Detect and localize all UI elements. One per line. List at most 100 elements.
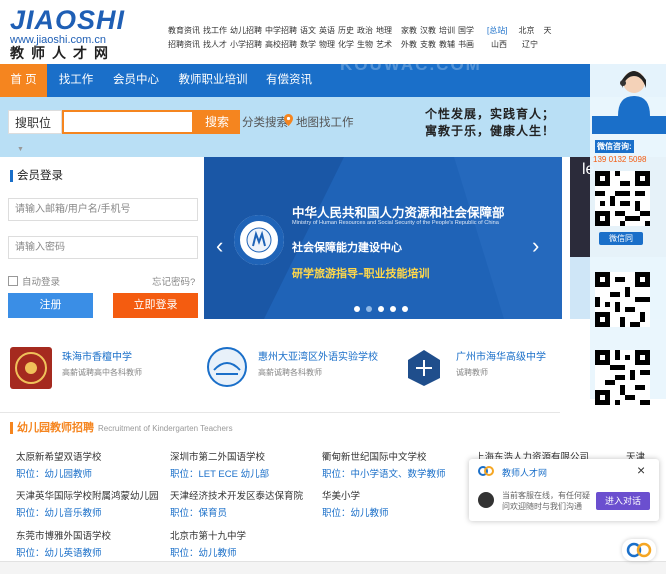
category-search-link[interactable]: 分类搜索 <box>242 114 288 130</box>
job-listing[interactable]: 东莞市博雅外国语学校 职位：幼儿英语教师 <box>16 528 111 559</box>
top-link[interactable]: 英语 <box>319 26 335 35</box>
job-title[interactable]: 职位：中小学语文、数学教师 <box>322 466 446 480</box>
job-listing[interactable]: 衢甸新世纪国际中文学校 职位：中小学语文、数学教师 <box>322 449 446 480</box>
city-link-main[interactable]: [总站] <box>487 26 507 35</box>
job-title[interactable]: 职位：幼儿教师 <box>322 505 389 519</box>
site-logo[interactable]: JIAOSHI www.jiaoshi.com.cn 教师人才网 <box>10 6 155 62</box>
employer-name[interactable]: 华美小学 <box>322 488 389 502</box>
hero-banner[interactable]: 中华人民共和国人力资源和社会保障部 Ministry of Human Reso… <box>204 157 562 319</box>
top-link[interactable]: 教育资讯 <box>168 26 200 35</box>
top-link[interactable]: 家教 <box>401 26 417 35</box>
top-link[interactable]: 培训 <box>439 26 455 35</box>
job-title[interactable]: 职位：保育员 <box>170 505 310 519</box>
city-link[interactable]: 天 <box>543 26 551 35</box>
banner-dot[interactable] <box>390 306 396 312</box>
enter-chat-button[interactable]: 进入对话 <box>596 492 650 510</box>
forgot-password-link[interactable]: 忘记密码? <box>152 274 195 288</box>
nav-home[interactable]: 首 页 <box>0 64 47 97</box>
nav-paid-info[interactable]: 有偿资讯 <box>260 64 318 97</box>
chat-message: 当前客服在线，有任何疑 问欢迎随时与我们沟通 <box>502 490 590 512</box>
top-link[interactable]: 历史 <box>338 26 354 35</box>
wechat-button[interactable]: 微信同 <box>599 232 643 245</box>
school-logo-dayawan[interactable] <box>200 346 255 388</box>
employer-name[interactable]: 北京市第十九中学 <box>170 528 246 542</box>
job-title[interactable]: 职位：幼儿教师 <box>170 545 246 559</box>
top-link[interactable]: 地理 <box>376 26 392 35</box>
school-logo-haihua[interactable] <box>402 346 446 388</box>
job-title[interactable]: 职位：幼儿英语教师 <box>16 545 111 559</box>
job-title[interactable]: 职位：LET ECE 幼儿部 <box>170 466 269 480</box>
search-type-select[interactable]: 搜职位 ▼ <box>8 110 62 153</box>
top-link[interactable]: 政治 <box>357 26 373 35</box>
chat-message-line-2: 问欢迎随时与我们沟通 <box>502 502 582 511</box>
top-link[interactable]: 找工作 <box>203 26 227 35</box>
job-listing[interactable]: 天津英华国际学校附属鸿蒙幼儿园 职位：幼儿音乐教师 <box>16 488 159 519</box>
banner-dot[interactable] <box>354 306 360 312</box>
school-card[interactable]: 惠州大亚湾区外语实验学校 高薪诚聘各科教师 <box>258 348 378 378</box>
banner-prev-arrow[interactable]: ‹ <box>216 233 223 259</box>
employer-name[interactable]: 天津英华国际学校附属鸿蒙幼儿园 <box>16 488 159 502</box>
top-link[interactable]: 教辅 <box>439 40 455 49</box>
job-listing[interactable]: 华美小学 职位：幼儿教师 <box>322 488 389 519</box>
school-logo-xiangtan[interactable] <box>10 347 52 389</box>
search-button[interactable]: 搜索 <box>194 110 240 134</box>
qr-code-3 <box>595 350 650 405</box>
job-listing[interactable]: 太原新希望双语学校 职位：幼儿园教师 <box>16 449 102 480</box>
top-link[interactable]: 化学 <box>338 40 354 49</box>
job-title[interactable]: 职位：幼儿园教师 <box>16 466 102 480</box>
search-input[interactable] <box>62 110 194 134</box>
top-link[interactable]: 汉教 <box>420 26 436 35</box>
city-link[interactable]: 山西 <box>491 40 507 49</box>
city-link[interactable]: 辽宁 <box>522 40 538 49</box>
username-input[interactable]: 请输入邮箱/用户名/手机号 <box>8 198 198 221</box>
top-link[interactable]: 艺术 <box>376 40 392 49</box>
close-icon[interactable]: × <box>637 462 645 478</box>
top-link[interactable]: 找人才 <box>203 40 227 49</box>
job-title[interactable]: 职位：幼儿音乐教师 <box>16 505 159 519</box>
top-link[interactable]: 物理 <box>319 40 335 49</box>
top-link[interactable]: 国学 <box>458 26 474 35</box>
register-button[interactable]: 注册 <box>8 293 93 318</box>
employer-name[interactable]: 太原新希望双语学校 <box>16 449 102 463</box>
school-name[interactable]: 珠海市香檀中学 <box>62 348 142 363</box>
login-button[interactable]: 立即登录 <box>113 293 198 318</box>
top-link[interactable]: 幼儿招聘 <box>230 26 262 35</box>
city-link[interactable]: 北京 <box>518 26 534 35</box>
banner-dot[interactable] <box>402 306 408 312</box>
nav-member-center[interactable]: 会员中心 <box>106 64 166 97</box>
nav-find-job[interactable]: 找工作 <box>51 64 101 97</box>
school-card[interactable]: 珠海市香檀中学 高薪诚聘高中各科教师 <box>62 348 142 378</box>
employer-name[interactable]: 天津经济技术开发区泰达保育院 <box>170 488 310 502</box>
chat-launcher[interactable] <box>622 539 656 561</box>
password-input[interactable]: 请输入密码 <box>8 236 198 259</box>
top-link[interactable]: 外教 <box>401 40 417 49</box>
section-divider <box>0 412 560 413</box>
banner-dot[interactable] <box>366 306 372 312</box>
slogan-line-2: 寓教于乐，健康人生！ <box>425 124 556 138</box>
auto-login-checkbox[interactable] <box>8 276 18 286</box>
banner-next-arrow[interactable]: › <box>532 233 539 259</box>
employer-name[interactable]: 深圳市第二外国语学校 <box>170 449 269 463</box>
qr-code-wechat <box>595 171 650 226</box>
school-card[interactable]: 广州市海华高级中学 诚聘教师 <box>456 348 546 378</box>
employer-name[interactable]: 衢甸新世纪国际中文学校 <box>322 449 446 463</box>
top-link[interactable]: 招聘资讯 <box>168 40 200 49</box>
top-link[interactable]: 高校招聘 <box>265 40 297 49</box>
school-name[interactable]: 惠州大亚湾区外语实验学校 <box>258 348 378 363</box>
map-job-search-link[interactable]: 地图找工作 <box>296 114 354 130</box>
top-link[interactable]: 数学 <box>300 40 316 49</box>
school-name[interactable]: 广州市海华高级中学 <box>456 348 546 363</box>
watermark-text: KOUWAC.COM <box>340 55 482 74</box>
job-listing[interactable]: 天津经济技术开发区泰达保育院 职位：保育员 <box>170 488 310 519</box>
top-link[interactable]: 书画 <box>458 40 474 49</box>
job-listing[interactable]: 深圳市第二外国语学校 职位：LET ECE 幼儿部 <box>170 449 269 480</box>
top-link[interactable]: 小学招聘 <box>230 40 262 49</box>
top-link[interactable]: 生物 <box>357 40 373 49</box>
top-link[interactable]: 支教 <box>420 40 436 49</box>
top-link[interactable]: 语文 <box>300 26 316 35</box>
employer-name[interactable]: 东莞市博雅外国语学校 <box>16 528 111 542</box>
job-listing[interactable]: 北京市第十九中学 职位：幼儿教师 <box>170 528 246 559</box>
nav-teacher-training[interactable]: 教师职业培训 <box>173 64 253 97</box>
banner-dot[interactable] <box>378 306 384 312</box>
top-link[interactable]: 中学招聘 <box>265 26 297 35</box>
